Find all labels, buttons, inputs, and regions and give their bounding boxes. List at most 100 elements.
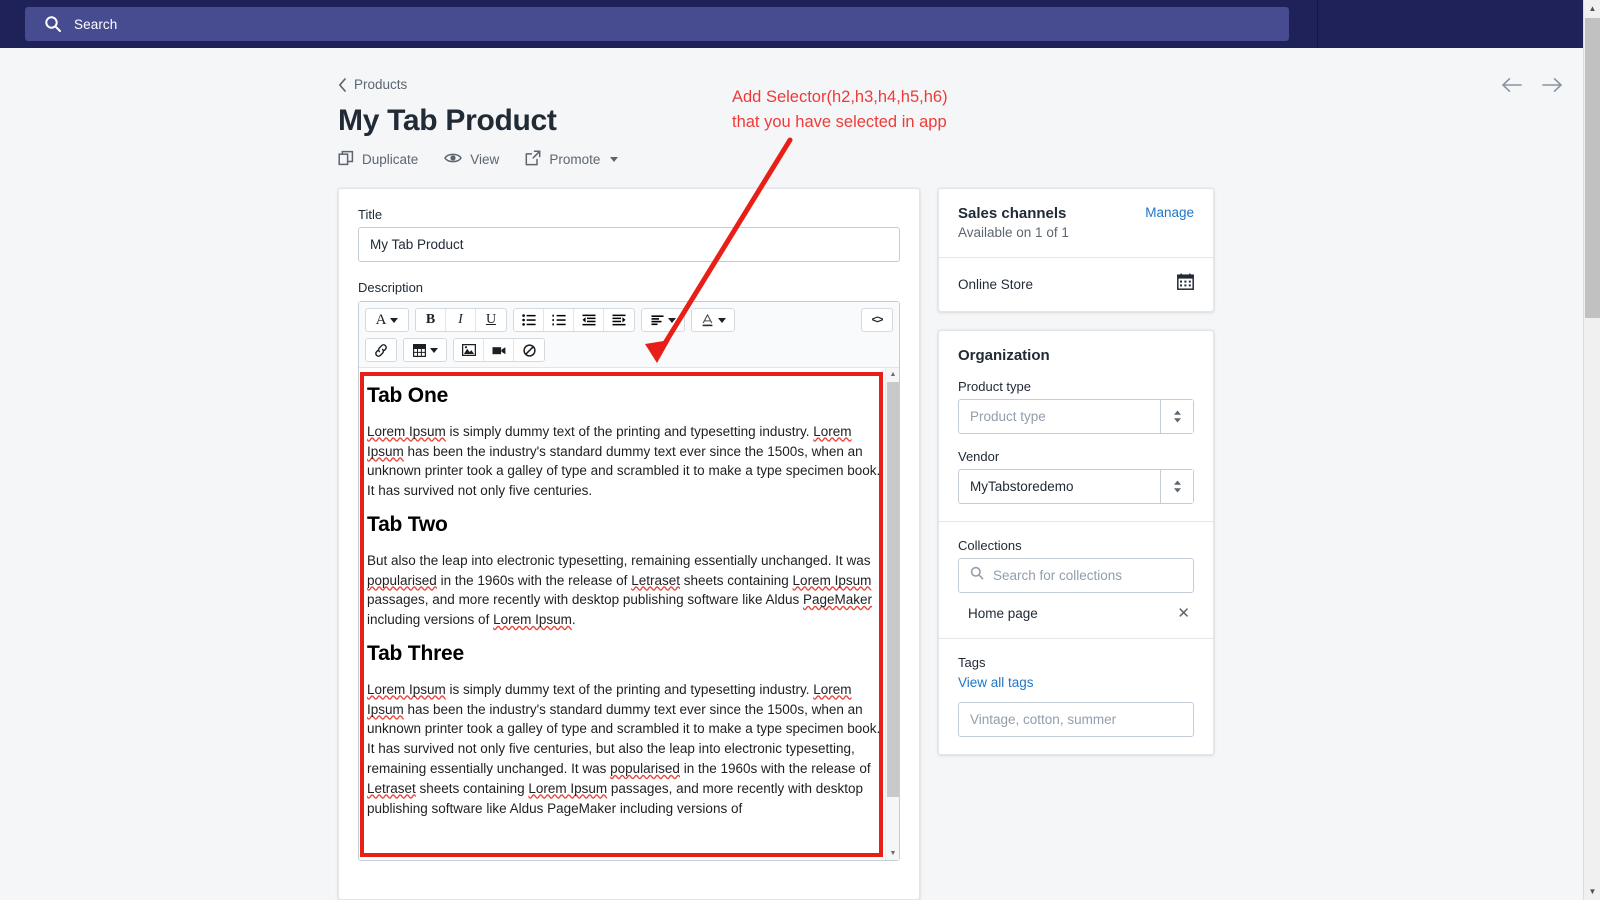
spellcheck-flagged-word: Lorem Ipsum	[528, 781, 607, 796]
html-code-button[interactable]: <>	[862, 309, 892, 331]
scroll-up-arrow-icon[interactable]: ▲	[886, 368, 899, 381]
editor-heading: Tab Three	[367, 644, 881, 664]
product-title-input[interactable]: My Tab Product	[358, 227, 900, 262]
organization-card: Organization Product type Product type	[938, 330, 1214, 755]
align-dropdown[interactable]	[642, 309, 684, 331]
spellcheck-flagged-word: Lorem Ipsum	[493, 612, 572, 627]
editor-rich-text[interactable]: Tab One Lorem Ipsum is simply dummy text …	[359, 368, 899, 832]
scroll-down-arrow-icon[interactable]: ▼	[1584, 883, 1600, 900]
editor-heading: Tab Two	[367, 515, 881, 535]
spellcheck-flagged-word: PageMaker	[803, 592, 872, 607]
editor-scrollbar[interactable]: ▲ ▼	[885, 368, 899, 860]
editor-content-area[interactable]: Tab One Lorem Ipsum is simply dummy text …	[359, 368, 899, 860]
spellcheck-flagged-word: Lorem Ipsum	[367, 424, 446, 439]
collections-label: Collections	[958, 538, 1194, 553]
arrow-right-icon[interactable]	[1541, 76, 1563, 99]
spellcheck-flagged-word: Lorem Ipsum	[793, 573, 872, 588]
breadcrumb-label: Products	[354, 77, 407, 92]
main-column: Title My Tab Product Description A	[338, 188, 920, 900]
collection-item-home-page: Home page ✕	[958, 606, 1194, 621]
duplicate-button[interactable]: Duplicate	[338, 150, 418, 169]
insert-video-button[interactable]	[484, 339, 514, 361]
tags-label: Tags	[958, 655, 1194, 670]
chevron-down-icon	[430, 348, 438, 353]
sales-channels-header: Sales channels Manage Available on 1 of …	[939, 189, 1213, 257]
editor-text: passages, and more recently with desktop…	[367, 592, 803, 607]
manage-link[interactable]: Manage	[1145, 205, 1194, 220]
editor-text: sheets containing	[416, 781, 529, 796]
pagination-nav	[1501, 76, 1563, 99]
scroll-up-arrow-icon[interactable]: ▲	[1584, 0, 1600, 17]
italic-button[interactable]: I	[446, 309, 476, 331]
page-body: Products My Tab Product Duplicate View	[0, 48, 1583, 900]
editor-text: is simply dummy text of the printing and…	[446, 682, 813, 697]
toolbar-group-media	[453, 338, 545, 362]
toolbar-group-format: B I U	[415, 308, 507, 332]
product-type-select[interactable]: Product type	[958, 399, 1194, 434]
eye-icon	[444, 150, 462, 169]
rich-text-editor: A B I U	[358, 301, 900, 861]
toolbar-group-align	[641, 308, 685, 332]
product-type-stepper-icon[interactable]	[1160, 400, 1193, 433]
editor-text: But also the leap into electronic typese…	[367, 553, 871, 568]
vendor-select[interactable]: MyTabstoredemo	[958, 469, 1194, 504]
collections-search-input[interactable]: Search for collections	[958, 558, 1194, 593]
view-button[interactable]: View	[444, 150, 499, 169]
organization-title: Organization	[958, 347, 1194, 364]
sales-channel-row-online-store[interactable]: Online Store	[939, 258, 1213, 311]
global-search-input[interactable]: Search	[25, 7, 1289, 41]
editor-text: in the 1960s with the release of	[437, 573, 631, 588]
tags-input[interactable]: Vintage, cotton, summer	[958, 702, 1194, 737]
scroll-down-arrow-icon[interactable]: ▼	[886, 847, 899, 860]
font-style-dropdown[interactable]: A	[366, 309, 408, 331]
search-icon	[44, 15, 62, 33]
editor-heading: Tab One	[367, 386, 881, 406]
insert-link-button[interactable]	[366, 339, 396, 361]
vendor-field: Vendor MyTabstoredemo	[958, 449, 1194, 504]
code-glyph: <>	[872, 314, 883, 326]
toolbar-group-link	[365, 338, 397, 362]
toolbar-group-color	[691, 308, 735, 332]
main-columns: Title My Tab Product Description A	[338, 188, 1218, 900]
chevron-down-icon	[390, 318, 398, 323]
window-scrollbar[interactable]: ▲ ▼	[1583, 0, 1600, 900]
numbered-list-button[interactable]	[544, 309, 574, 331]
insert-table-dropdown[interactable]	[404, 339, 446, 361]
product-type-field: Product type Product type	[958, 379, 1194, 434]
window-scrollbar-thumb[interactable]	[1585, 18, 1600, 318]
tags-section: Tags View all tags Vintage, cotton, summ…	[939, 639, 1213, 754]
editor-text: sheets containing	[680, 573, 793, 588]
editor-paragraph: But also the leap into electronic typese…	[367, 551, 881, 630]
editor-scrollbar-thumb[interactable]	[887, 382, 899, 797]
top-bar: Search	[0, 0, 1583, 48]
top-bar-left-section: Search	[0, 0, 1318, 48]
annotation-line-2: that you have selected in app	[732, 113, 947, 131]
collection-name: Home page	[968, 606, 1038, 621]
text-color-dropdown[interactable]	[692, 309, 734, 331]
editor-text: including versions of	[367, 612, 493, 627]
close-icon[interactable]: ✕	[1177, 606, 1190, 621]
page-action-row: Duplicate View Promote	[338, 150, 1218, 169]
collections-section: Collections Search for collections Home …	[939, 522, 1213, 638]
underline-button[interactable]: U	[476, 309, 506, 331]
view-all-tags-link[interactable]: View all tags	[958, 675, 1194, 690]
outdent-button[interactable]	[574, 309, 604, 331]
toolbar-group-code: <>	[861, 308, 893, 332]
clear-formatting-button[interactable]	[514, 339, 544, 361]
editor-toolbar-row-2	[365, 338, 893, 362]
bulleted-list-button[interactable]	[514, 309, 544, 331]
editor-text: .	[572, 612, 576, 627]
product-details-card: Title My Tab Product Description A	[338, 188, 920, 900]
spellcheck-flagged-word: Lorem Ipsum	[367, 682, 446, 697]
promote-button[interactable]: Promote	[525, 150, 618, 169]
indent-button[interactable]	[604, 309, 634, 331]
breadcrumb[interactable]: Products	[338, 77, 407, 92]
promote-label: Promote	[549, 152, 600, 167]
spellcheck-flagged-word: Letraset	[367, 781, 416, 796]
bold-button[interactable]: B	[416, 309, 446, 331]
insert-image-button[interactable]	[454, 339, 484, 361]
spellcheck-flagged-word: popularised	[367, 573, 437, 588]
vendor-stepper-icon[interactable]	[1160, 470, 1193, 503]
arrow-left-icon[interactable]	[1501, 76, 1523, 99]
toolbar-group-lists	[513, 308, 635, 332]
